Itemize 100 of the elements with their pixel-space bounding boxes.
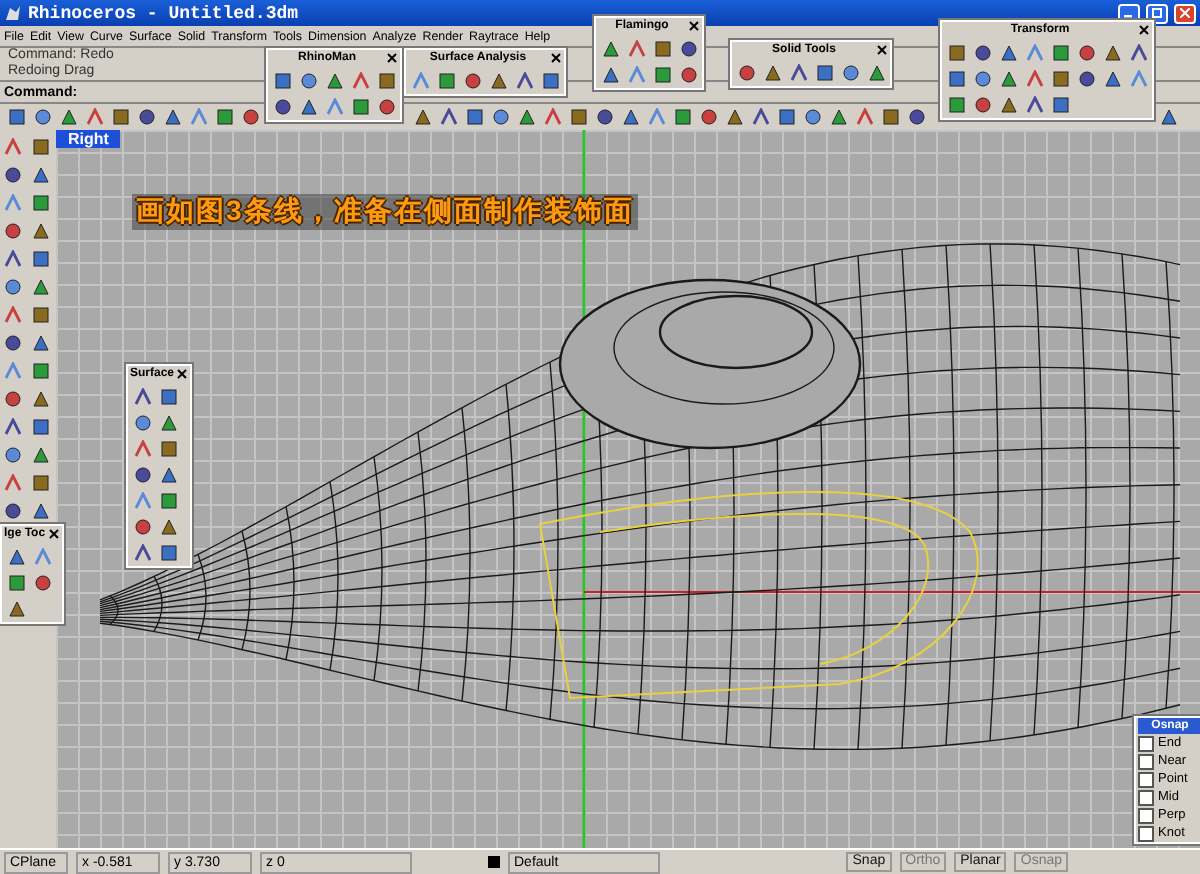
tool-button[interactable] xyxy=(156,410,180,434)
close-button[interactable] xyxy=(687,20,700,32)
tool-button[interactable] xyxy=(348,94,372,118)
tool-button[interactable] xyxy=(944,40,968,64)
tool-button[interactable] xyxy=(28,358,52,382)
tool-button[interactable] xyxy=(156,488,180,512)
close-button[interactable] xyxy=(875,44,888,56)
tool-button[interactable] xyxy=(4,596,28,620)
checkbox[interactable] xyxy=(1138,771,1154,787)
tool-button[interactable] xyxy=(156,514,180,538)
tool-button[interactable] xyxy=(28,470,52,494)
tool-button[interactable] xyxy=(0,386,24,410)
tool-button[interactable] xyxy=(410,105,434,129)
tool-button[interactable] xyxy=(598,62,622,86)
tool-button[interactable] xyxy=(130,462,154,486)
tool-button[interactable] xyxy=(1100,66,1124,90)
tool-button[interactable] xyxy=(670,105,694,129)
checkbox[interactable] xyxy=(1138,735,1154,751)
tool-button[interactable] xyxy=(650,62,674,86)
checkbox[interactable] xyxy=(1138,789,1154,805)
tool-button[interactable] xyxy=(156,540,180,564)
tool-button[interactable] xyxy=(676,62,700,86)
tool-button[interactable] xyxy=(538,68,562,92)
tool-button[interactable] xyxy=(1048,40,1072,64)
tool-button[interactable] xyxy=(878,105,902,129)
checkbox[interactable] xyxy=(1138,825,1154,841)
tool-button[interactable] xyxy=(30,105,54,129)
tool-button[interactable] xyxy=(734,60,758,84)
tool-button[interactable] xyxy=(1048,66,1072,90)
tool-button[interactable] xyxy=(460,68,484,92)
tool-button[interactable] xyxy=(108,105,132,129)
tool-button[interactable] xyxy=(944,92,968,116)
tool-button[interactable] xyxy=(944,66,968,90)
tool-button[interactable] xyxy=(1156,105,1180,129)
tool-button[interactable] xyxy=(722,105,746,129)
checkbox[interactable] xyxy=(1138,807,1154,823)
tool-button[interactable] xyxy=(56,105,80,129)
checkbox[interactable] xyxy=(1138,753,1154,769)
tool-button[interactable] xyxy=(212,105,236,129)
tool-button[interactable] xyxy=(238,105,262,129)
tool-button[interactable] xyxy=(296,68,320,92)
tool-button[interactable] xyxy=(970,92,994,116)
tool-button[interactable] xyxy=(904,105,928,129)
close-button[interactable] xyxy=(47,528,60,540)
tool-button[interactable] xyxy=(0,274,24,298)
tool-button[interactable] xyxy=(696,105,720,129)
tool-button[interactable] xyxy=(618,105,642,129)
tool-button[interactable] xyxy=(0,162,24,186)
tool-button[interactable] xyxy=(996,66,1020,90)
tool-button[interactable] xyxy=(28,246,52,270)
tool-button[interactable] xyxy=(28,190,52,214)
maximize-button[interactable] xyxy=(1146,3,1168,23)
tool-button[interactable] xyxy=(0,330,24,354)
tool-button[interactable] xyxy=(488,105,512,129)
tool-button[interactable] xyxy=(134,105,158,129)
tool-button[interactable] xyxy=(4,105,28,129)
tool-button[interactable] xyxy=(28,134,52,158)
app-icon xyxy=(4,4,22,22)
tool-button[interactable] xyxy=(156,436,180,460)
tool-button[interactable] xyxy=(270,68,294,92)
tool-button[interactable] xyxy=(156,462,180,486)
tool-button[interactable] xyxy=(462,105,486,129)
tool-button[interactable] xyxy=(160,105,184,129)
tool-button[interactable] xyxy=(838,60,862,84)
tool-button[interactable] xyxy=(592,105,616,129)
layer-color-swatch xyxy=(488,856,500,868)
tool-button[interactable] xyxy=(970,66,994,90)
tool-button[interactable] xyxy=(970,40,994,64)
close-button[interactable] xyxy=(176,368,189,380)
tool-button[interactable] xyxy=(4,570,28,594)
tool-button[interactable] xyxy=(650,36,674,60)
tool-button[interactable] xyxy=(156,384,180,408)
tool-button[interactable] xyxy=(1074,40,1098,64)
tool-button[interactable] xyxy=(0,498,24,522)
tool-button[interactable] xyxy=(800,105,824,129)
tool-button[interactable] xyxy=(1048,92,1072,116)
tool-button[interactable] xyxy=(514,105,538,129)
tool-button[interactable] xyxy=(28,414,52,438)
tool-button[interactable] xyxy=(374,94,398,118)
tool-button[interactable] xyxy=(864,60,888,84)
tool-button[interactable] xyxy=(270,94,294,118)
tool-button[interactable] xyxy=(28,302,52,326)
tool-button[interactable] xyxy=(774,105,798,129)
tool-button[interactable] xyxy=(826,105,850,129)
viewport-tab[interactable]: Right xyxy=(56,130,121,148)
tool-button[interactable] xyxy=(812,60,836,84)
tool-button[interactable] xyxy=(130,514,154,538)
tool-button[interactable] xyxy=(434,68,458,92)
close-button[interactable] xyxy=(386,52,398,64)
close-button[interactable] xyxy=(1138,24,1150,36)
tool-button[interactable] xyxy=(566,105,590,129)
tool-button[interactable] xyxy=(1074,66,1098,90)
close-button[interactable] xyxy=(549,52,562,64)
tool-button[interactable] xyxy=(0,218,24,242)
tool-button[interactable] xyxy=(30,570,54,594)
tool-button[interactable] xyxy=(996,92,1020,116)
tool-button[interactable] xyxy=(130,410,154,434)
tool-button[interactable] xyxy=(676,36,700,60)
tool-button[interactable] xyxy=(0,442,24,466)
tool-button[interactable] xyxy=(374,68,398,92)
